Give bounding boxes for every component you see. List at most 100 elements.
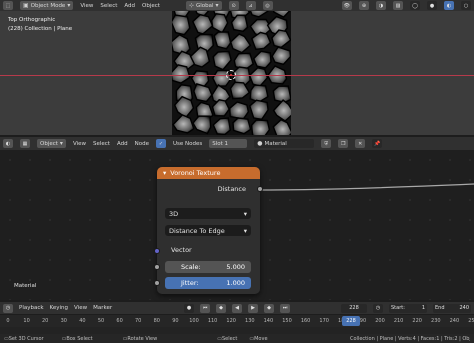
- voronoi-cell: [228, 101, 250, 120]
- voronoi-cell: [193, 83, 213, 103]
- menu-view[interactable]: View: [73, 141, 86, 147]
- editor-type-3d-icon[interactable]: ⬚: [3, 1, 13, 10]
- input-scale-socket[interactable]: [154, 264, 160, 270]
- scale-value: 5.000: [226, 263, 245, 271]
- gizmo-icon[interactable]: ⊕: [359, 1, 369, 10]
- play-icon[interactable]: ▶: [248, 303, 259, 313]
- menu-marker[interactable]: Marker: [93, 305, 112, 311]
- snap-icon[interactable]: ⊿: [245, 1, 256, 10]
- jitter-field[interactable]: Jitter: 1.000: [165, 277, 251, 289]
- preview-range-icon[interactable]: ◷: [373, 303, 383, 313]
- material-tree-label: Material: [14, 283, 37, 289]
- slot-dropdown[interactable]: Slot 1: [209, 139, 248, 148]
- ruler-tick: 30: [60, 318, 67, 324]
- menu-node[interactable]: Node: [135, 141, 149, 147]
- duplicate-icon[interactable]: ❐: [338, 139, 349, 148]
- use-nodes-label: Use Nodes: [172, 140, 203, 147]
- xray-icon[interactable]: ▨: [393, 1, 403, 10]
- unlink-icon[interactable]: ✕: [355, 139, 366, 148]
- transform-orientation-dropdown[interactable]: ⊹ Global ▾: [185, 1, 222, 10]
- play-reverse-icon[interactable]: ◀: [232, 303, 243, 313]
- shading-wire-icon[interactable]: ◯: [410, 1, 420, 10]
- jitter-value: 1.000: [226, 279, 245, 287]
- fake-user-icon[interactable]: ⛨: [321, 139, 332, 148]
- voronoi-cell: [213, 31, 232, 50]
- chevron-down-icon: ▾: [67, 2, 71, 9]
- 3d-viewport[interactable]: ⬚ ▣ Object Mode ▾ View Select Add Object…: [0, 0, 474, 135]
- shading-solid-icon[interactable]: ●: [427, 1, 437, 10]
- chevron-down-icon: ▾: [59, 140, 63, 147]
- prev-key-icon[interactable]: ◆: [216, 303, 227, 313]
- ruler-tick: 70: [135, 318, 142, 324]
- menu-keying[interactable]: Keying: [50, 305, 68, 311]
- node-link[interactable]: [260, 150, 474, 200]
- menu-select[interactable]: Select: [93, 141, 110, 147]
- timeline-body[interactable]: [0, 327, 474, 334]
- material-selector[interactable]: ● Material: [254, 139, 315, 148]
- view-title: Top Orthographic: [8, 17, 56, 23]
- x-axis-line: [0, 75, 474, 76]
- ruler-tick: 150: [282, 318, 292, 324]
- proportional-edit-icon[interactable]: ◎: [262, 1, 273, 10]
- voronoi-texture-node[interactable]: ▾ Voronoi Texture Distance 3D ▾ Distance…: [154, 167, 263, 294]
- voronoi-cell: [232, 117, 252, 135]
- scale-field[interactable]: Scale: 5.000: [165, 261, 251, 273]
- voronoi-cell: [170, 64, 191, 84]
- ruler-tick: 200: [375, 318, 385, 324]
- output-distance-label: Distance: [217, 185, 246, 193]
- shader-type-icon[interactable]: ▦: [20, 139, 30, 148]
- timeline-ruler[interactable]: 0 10 20 30 40 50 60 70 80 90 100 110 120 130 140 150 160…: [0, 315, 474, 327]
- voronoi-cell: [248, 99, 269, 121]
- shading-material-icon[interactable]: ◐: [444, 1, 454, 10]
- voronoi-cell: [192, 115, 212, 135]
- status-hint-move: Move: [254, 335, 268, 342]
- node-title: Voronoi Texture: [170, 169, 221, 177]
- node-header[interactable]: ▾ Voronoi Texture: [157, 167, 260, 179]
- end-frame-field[interactable]: End 240: [433, 303, 471, 313]
- playhead[interactable]: 228: [342, 316, 360, 326]
- use-nodes-checkbox[interactable]: ✓: [155, 139, 166, 148]
- object-mode-icon: ▣: [23, 2, 29, 9]
- voronoi-cell: [211, 99, 231, 117]
- record-icon[interactable]: ●: [184, 303, 195, 313]
- orientation-icon: ⊹: [188, 2, 194, 9]
- menu-object[interactable]: Object: [142, 3, 160, 9]
- next-key-icon[interactable]: ◆: [264, 303, 275, 313]
- dimensions-dropdown[interactable]: 3D ▾: [165, 208, 251, 219]
- input-jitter-socket[interactable]: [154, 280, 160, 286]
- 3d-cursor-icon[interactable]: [226, 70, 236, 80]
- pivot-icon[interactable]: ⊙: [228, 1, 239, 10]
- mode-dropdown[interactable]: ▣ Object Mode ▾: [20, 1, 74, 10]
- jump-start-icon[interactable]: ⏮: [200, 303, 211, 313]
- output-distance-socket[interactable]: [257, 186, 263, 192]
- pin-icon[interactable]: 📌: [372, 139, 383, 148]
- feature-dropdown[interactable]: Distance To Edge ▾: [165, 225, 251, 236]
- voronoi-cell: [272, 118, 293, 135]
- chevron-down-icon: ▾: [215, 2, 219, 9]
- menu-view[interactable]: View: [74, 305, 87, 311]
- collapse-chevron-icon[interactable]: ▾: [163, 169, 166, 177]
- menu-add[interactable]: Add: [117, 141, 128, 147]
- end-value: 240: [459, 305, 469, 311]
- menu-playback[interactable]: Playback: [19, 305, 44, 311]
- input-vector-socket[interactable]: [154, 248, 160, 254]
- menu-view[interactable]: View: [80, 3, 93, 9]
- shading-rendered-icon[interactable]: ○: [461, 1, 471, 10]
- voronoi-pattern: [170, 0, 295, 135]
- menu-select[interactable]: Select: [100, 3, 117, 9]
- ruler-tick: 220: [412, 318, 422, 324]
- visibility-icon[interactable]: 👁: [341, 1, 352, 10]
- menu-add[interactable]: Add: [124, 3, 135, 9]
- slot-label: Slot 1: [212, 140, 229, 147]
- editor-type-timeline-icon[interactable]: ◷: [3, 303, 13, 313]
- object-type-label: Object: [40, 140, 58, 147]
- editor-type-nodes-icon[interactable]: ◐: [3, 139, 13, 148]
- voronoi-cell: [250, 31, 272, 51]
- current-frame-field[interactable]: 228: [341, 303, 367, 313]
- jump-end-icon[interactable]: ⏭: [280, 303, 291, 313]
- object-type-dropdown[interactable]: Object ▾: [37, 139, 66, 148]
- jitter-label: Jitter:: [181, 279, 199, 287]
- overlays-icon[interactable]: ◑: [376, 1, 386, 10]
- orientation-label: Global: [195, 2, 214, 9]
- start-frame-field[interactable]: Start: 1: [389, 303, 427, 313]
